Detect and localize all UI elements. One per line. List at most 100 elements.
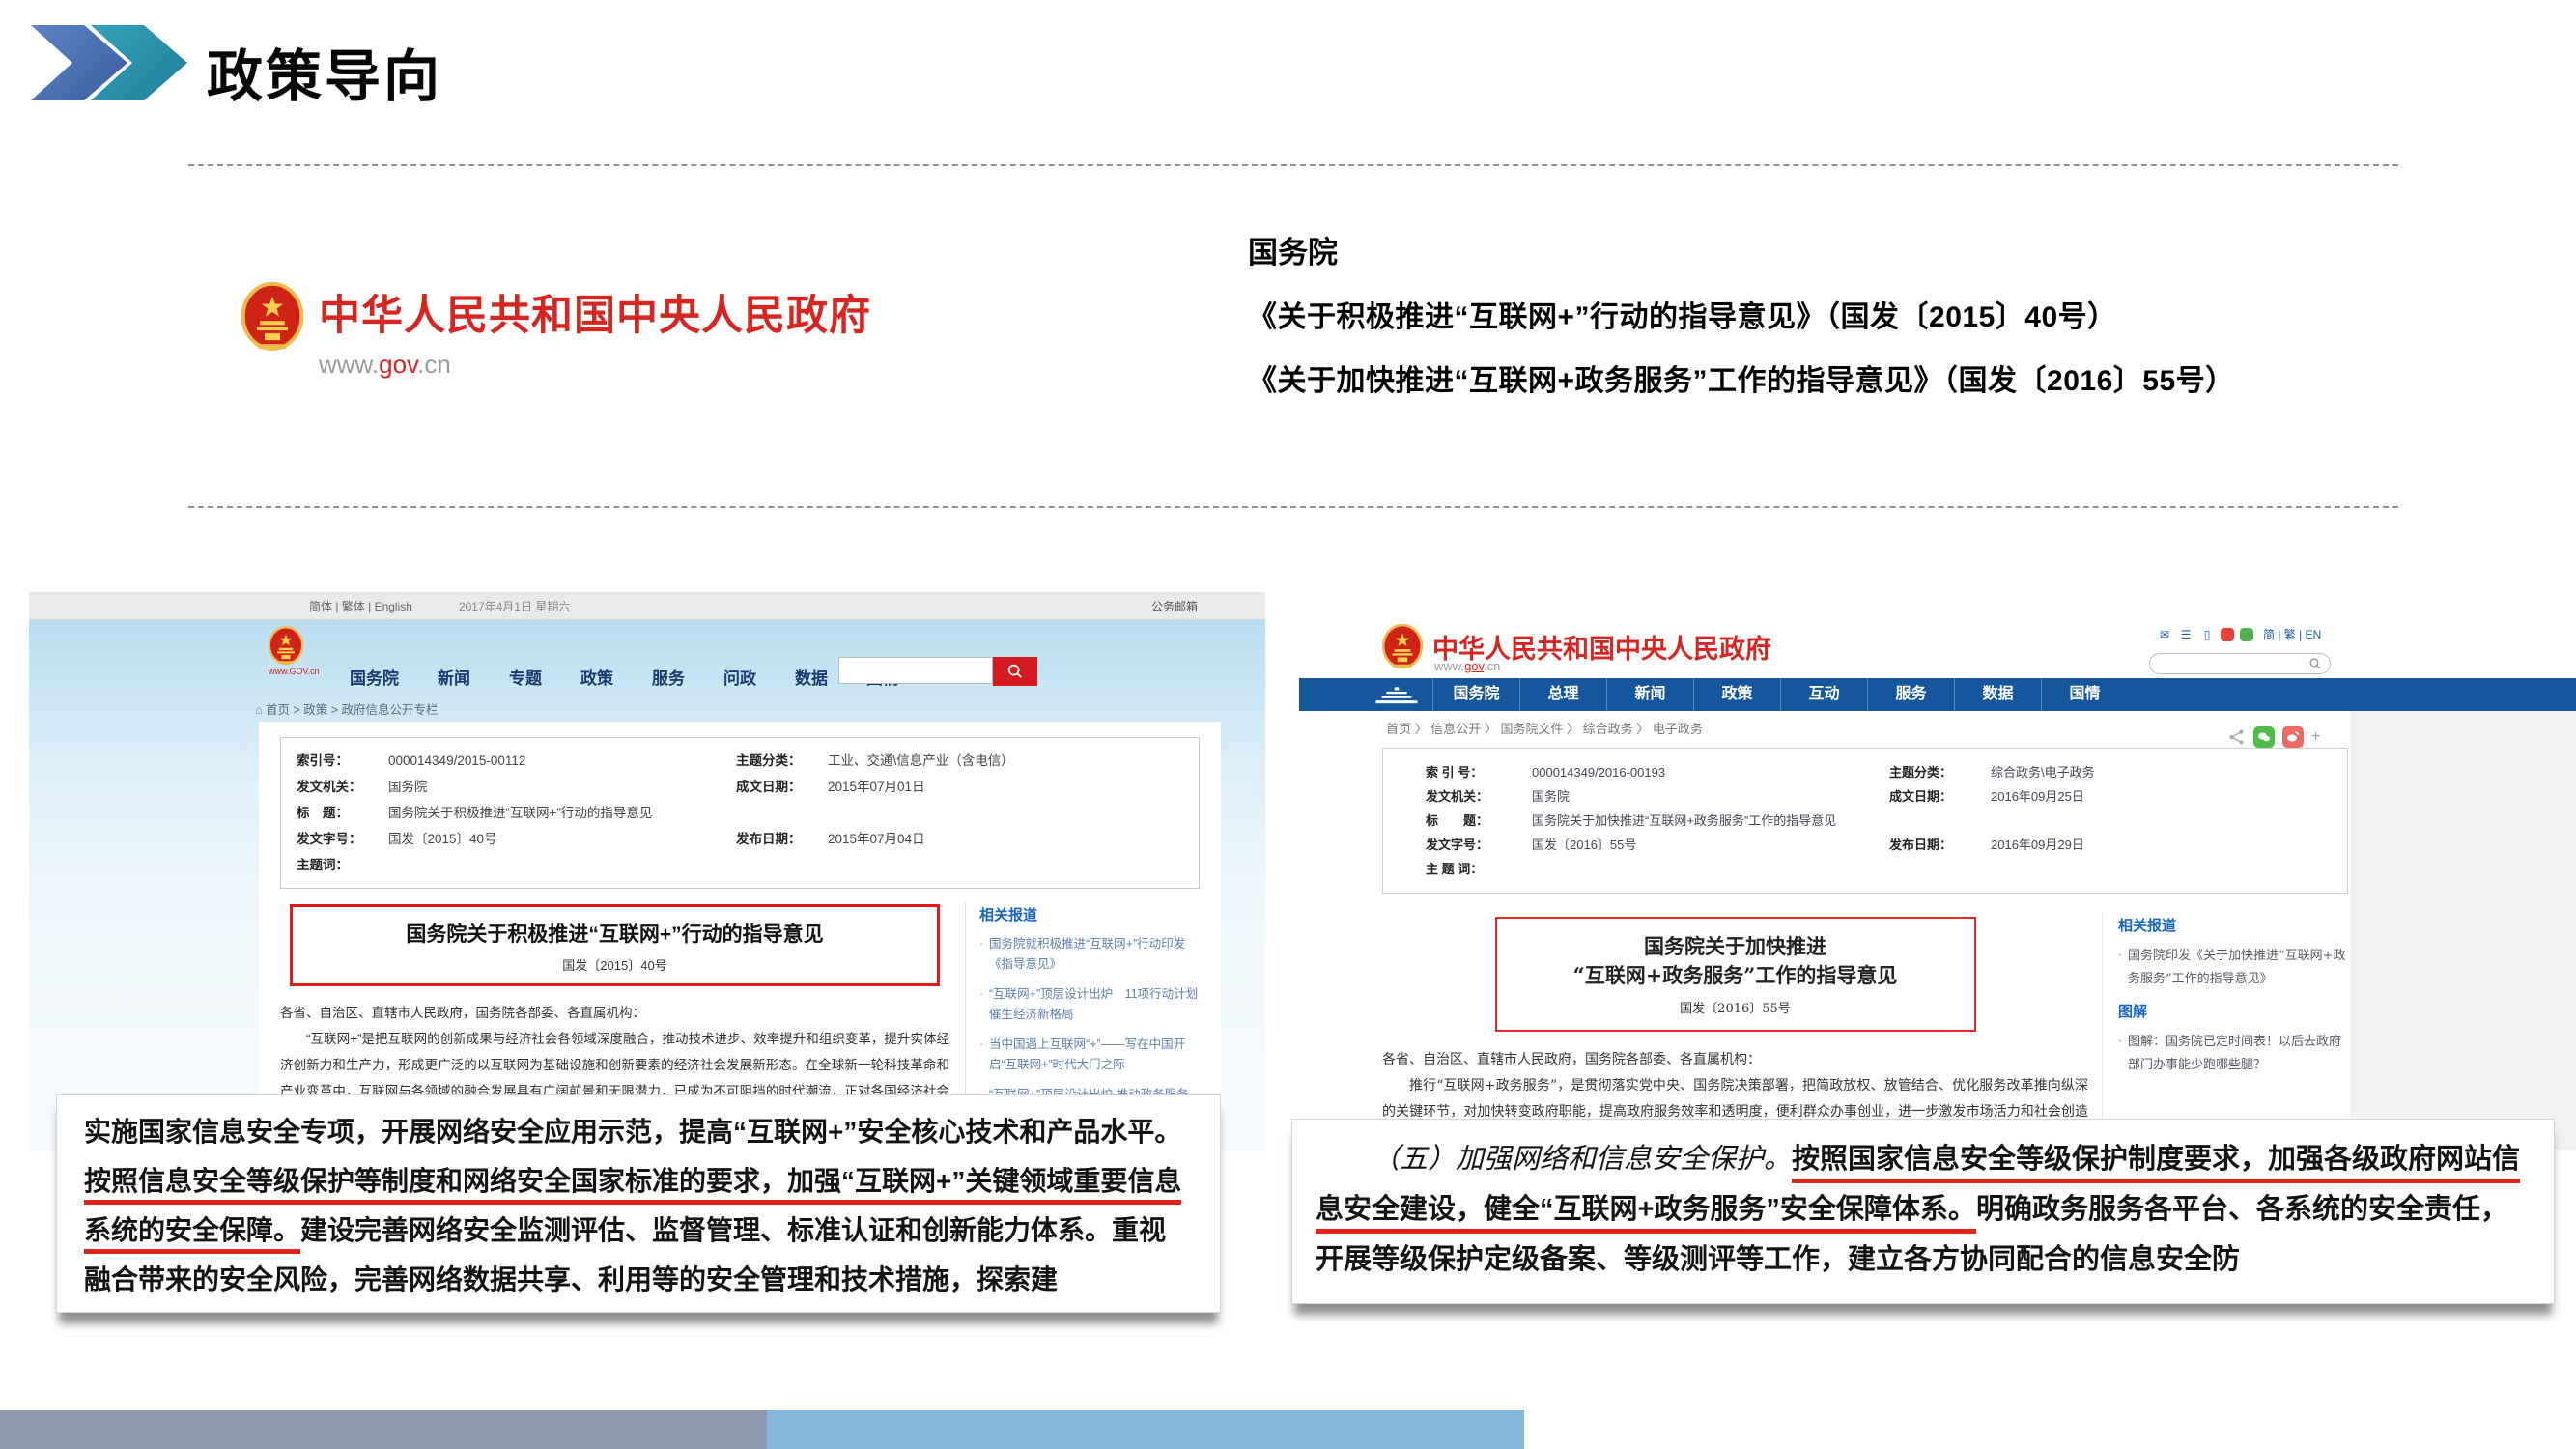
meta-label: 标 题：	[297, 800, 388, 826]
nav-item-shuju[interactable]: 数据	[795, 665, 828, 689]
doc-meta-table: 索引号：000014349/2015-00112 主题分类：工业、交通\信息产业…	[280, 737, 1200, 889]
site-header: www.GOV.cn 国务院 新闻 专题 政策 服务 问政 数据 国情	[29, 620, 1265, 697]
site-nav: 国务院 新闻 专题 政策 服务 问政 数据 国情	[350, 665, 899, 689]
related-link[interactable]: 当中国遇上互联网“+”——写在中国开启“互联网+”时代大门之际	[979, 1035, 1200, 1075]
meta-value	[1532, 857, 1889, 881]
tiananmen-icon	[1374, 684, 1419, 705]
site-content: 索 引 号：000014349/2016-00193 主题分类：综合政务\电子政…	[1382, 748, 2348, 1150]
wechat-share-icon[interactable]	[2253, 726, 2275, 748]
meta-value: 2016年09月29日	[1991, 833, 2305, 857]
nav-item-fuwu[interactable]: 服务	[652, 665, 685, 689]
nav-item-guowuyuan[interactable]: 国务院	[350, 665, 399, 689]
gov-logo-url: www.gov.cn	[319, 350, 871, 380]
meta-row: 发文机关：国务院 成文日期：2015年07月01日	[297, 774, 1183, 800]
related-link[interactable]: 国务院就积极推进“互联网+”行动印发《指导意见》	[979, 934, 1200, 975]
share-icon[interactable]	[2228, 728, 2246, 746]
meta-label: 发文字号：	[297, 826, 388, 852]
site-header: 中华人民共和国中央人民政府 www.gov.cn ✉ ☰ ▯ 简 | 繁 | E…	[1299, 616, 2576, 678]
site-logo-caption: www.GOV.cn	[269, 667, 320, 676]
site-search	[838, 657, 1037, 686]
excerpt-text: 实施国家信息安全专项，开展网络安全应用示范，提高“互联网+”安全核心技术和产品水…	[84, 1117, 1181, 1147]
meta-label: 发文字号：	[1426, 833, 1532, 857]
nav-item-hudong[interactable]: 互动	[1780, 678, 1867, 711]
meta-value: 国务院关于加快推进“互联网+政务服务”工作的指导意见	[1532, 809, 1889, 833]
meta-value: 国务院关于积极推进“互联网+”行动的指导意见	[388, 800, 736, 826]
doc-salutation: 各省、自治区、直辖市人民政府，国务院各部委、各直属机构：	[1382, 1047, 2088, 1073]
nav-item-guowuyuan[interactable]: 国务院	[1432, 678, 1519, 711]
meta-value	[828, 800, 1183, 826]
meta-label: 标 题：	[1426, 809, 1532, 833]
related-link[interactable]: “互联网+”顶层设计出炉 11项行动计划催生经济新格局	[979, 984, 1200, 1025]
screenshot-gov-site-2015: 简体 | 繁体 | English 2017年4月1日 星期六 公务邮箱 www…	[29, 592, 1265, 1152]
footer-bar-blue	[767, 1410, 1524, 1449]
excerpt-card-2015: 实施国家信息安全专项，开展网络安全应用示范，提高“互联网+”安全核心技术和产品水…	[56, 1094, 1221, 1313]
meta-label: 发文机关：	[1426, 784, 1532, 809]
graphic-link[interactable]: 图解：国务院已定时间表！以后去政府部门办事能少跑哪些腿？	[2118, 1031, 2348, 1077]
nav-item-xinwen[interactable]: 新闻	[438, 665, 470, 689]
nav-item-zongli[interactable]: 总理	[1519, 678, 1606, 711]
meta-row: 索引号：000014349/2015-00112 主题分类：工业、交通\信息产业…	[297, 748, 1183, 774]
site-logo[interactable]: www.GOV.cn	[269, 626, 320, 676]
meta-value	[828, 852, 1183, 878]
national-emblem-icon	[1382, 624, 1423, 670]
related-title: 相关报道	[979, 904, 1200, 924]
breadcrumb[interactable]: 首页 > 政策 > 政府信息公开专栏	[29, 697, 1265, 723]
meta-label: 发布日期：	[1889, 833, 1991, 857]
meta-label	[736, 852, 828, 878]
related-title: 相关报道	[2118, 915, 2348, 935]
nav-item-fuwu[interactable]: 服务	[1867, 678, 1954, 711]
meta-value: 综合政务\电子政务	[1991, 760, 2305, 784]
nav-item-zhuanti[interactable]: 专题	[509, 665, 542, 689]
nav-item-wenzheng[interactable]: 问政	[723, 665, 756, 689]
meta-label: 主题词：	[297, 852, 388, 878]
document-article: 国务院关于加快推进 “互联网+政务服务”工作的指导意见 国发〔2016〕55号 …	[1382, 913, 2102, 1150]
related-link[interactable]: 国务院印发《关于加快推进“互联网+政务服务”工作的指导意见》	[2118, 945, 2348, 991]
list-icon[interactable]: ☰	[2178, 627, 2194, 642]
page-title: 政策导向	[207, 31, 442, 112]
meta-row: 发文字号：国发〔2016〕55号 发布日期：2016年09月29日	[1426, 833, 2305, 857]
nav-item-xinwen[interactable]: 新闻	[1606, 678, 1693, 711]
meta-value: 2015年07月01日	[828, 774, 1183, 800]
url-cn: .cn	[1484, 659, 1500, 673]
meta-label: 成文日期：	[736, 774, 828, 800]
breadcrumb[interactable]: 首页 〉 信息公开 〉 国务院文件 〉 综合政务 〉 电子政务 +	[1299, 711, 2576, 748]
nav-item-zhengce[interactable]: 政策	[1693, 678, 1780, 711]
meta-value	[388, 852, 736, 878]
doc-title-line2: “互联网+政务服务”工作的指导意见	[1505, 961, 1967, 990]
doc-number: 国发〔2016〕55号	[1505, 998, 1967, 1016]
policy-list: 国务院 《关于积极推进“互联网+”行动的指导意见》（国发〔2015〕40号） 《…	[1248, 228, 2235, 420]
breadcrumb-text: 首页 〉 信息公开 〉 国务院文件 〉 综合政务 〉 电子政务	[1386, 722, 1703, 736]
mailbox-link[interactable]: 公务邮箱	[1151, 598, 1198, 614]
language-links[interactable]: 简 | 繁 | EN	[2263, 626, 2321, 642]
graphic-title: 图解	[2118, 1001, 2348, 1021]
url-gov: gov	[1464, 659, 1484, 673]
wechat-icon[interactable]	[2240, 628, 2253, 641]
meta-value: 000014349/2016-00193	[1532, 760, 1889, 784]
language-links[interactable]: 简体 | 繁体 | English	[309, 598, 412, 614]
meta-label	[1889, 857, 1991, 881]
excerpt-card-2016: （五）加强网络和信息安全保护。按照国家信息安全等级保护制度要求，加强各级政府网站…	[1291, 1119, 2555, 1304]
weibo-icon[interactable]	[2221, 628, 2234, 641]
meta-value: 国发〔2015〕40号	[388, 826, 736, 852]
screenshot-gov-site-2016: 中华人民共和国中央人民政府 www.gov.cn ✉ ☰ ▯ 简 | 繁 | E…	[1299, 616, 2576, 1150]
mail-icon[interactable]: ✉	[2157, 627, 2172, 642]
policy-doc-1: 《关于积极推进“互联网+”行动的指导意见》（国发〔2015〕40号）	[1248, 293, 2235, 335]
site-logo[interactable]	[1382, 624, 1423, 670]
presentation-slide: 政策导向 中华人民共和国中央人民政府 www.gov.cn 国务院 《关于积极推…	[0, 0, 2576, 1449]
nav-item-zhengce[interactable]: 政策	[580, 665, 613, 689]
search-input[interactable]	[838, 657, 993, 684]
search-button[interactable]	[993, 657, 1037, 686]
meta-label: 发布日期：	[736, 826, 828, 852]
doc-title-redbox: 国务院关于加快推进 “互联网+政务服务”工作的指导意见 国发〔2016〕55号	[1495, 917, 1976, 1032]
meta-value	[1991, 857, 2305, 881]
nav-item-guoqing[interactable]: 国情	[2041, 678, 2128, 711]
meta-value: 2015年07月04日	[828, 826, 1183, 852]
home-building-icon[interactable]	[1361, 678, 1432, 711]
meta-value: 000014349/2015-00112	[388, 748, 736, 774]
nav-item-shuju[interactable]: 数据	[1954, 678, 2041, 711]
mobile-icon[interactable]: ▯	[2199, 627, 2215, 642]
dashed-divider-top	[188, 164, 2398, 166]
weibo-share-icon[interactable]	[2282, 726, 2304, 748]
meta-label: 主题分类：	[1889, 760, 1991, 784]
search-box[interactable]	[2149, 653, 2331, 674]
